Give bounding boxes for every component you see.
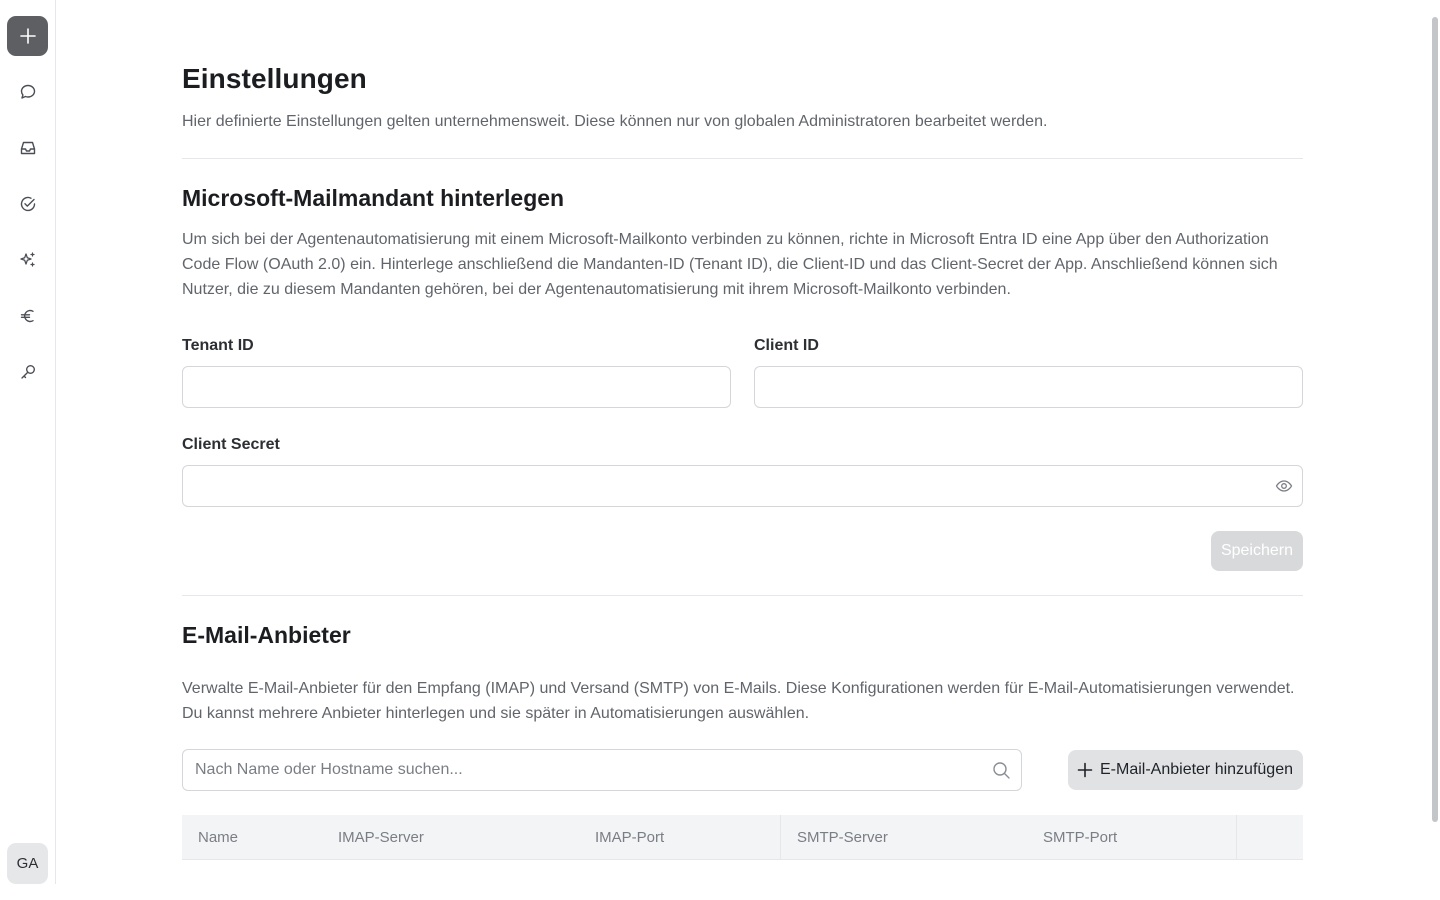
search-icon [993,762,1010,779]
eye-icon[interactable] [1275,477,1293,495]
microsoft-section-description: Um sich bei der Agentenautomatisierung m… [182,231,1278,298]
inbox-nav[interactable] [16,136,40,160]
chat-nav[interactable] [16,80,40,104]
client-id-label: Client ID [754,337,819,354]
column-header-smtp-port[interactable]: SMTP-Port [1027,815,1237,859]
euro-icon [20,309,34,323]
providers-section-description: Verwalte E-Mail-Anbieter für den Empfang… [182,680,1295,722]
keys-nav[interactable] [16,360,40,384]
column-header-name[interactable]: Name [182,815,322,859]
finance-nav[interactable] [16,304,40,328]
column-header-imap-port[interactable]: IMAP-Port [579,815,781,859]
new-button[interactable] [7,16,48,56]
inbox-icon [20,141,36,155]
key-icon [21,365,35,379]
add-provider-button[interactable]: E-Mail-Anbieter hinzufügen [1068,750,1303,790]
microsoft-section-title: Microsoft-Mailmandant hinterlegen [182,185,565,211]
plus-icon [1077,762,1093,778]
providers-section-title: E-Mail-Anbieter [182,622,351,648]
divider [182,595,1303,596]
provider-search-input[interactable] [183,750,1021,790]
providers-table: Name IMAP-Server IMAP-Port SMTP-Server S… [182,815,1303,860]
save-button[interactable]: Speichern [1210,531,1303,571]
page-scrollbar[interactable] [1432,17,1438,822]
plus-icon [19,28,36,44]
chat-bubble-icon [20,84,36,99]
tenant-id-input[interactable] [182,366,731,408]
provider-search [182,749,1022,791]
divider [182,158,1303,159]
tasks-nav[interactable] [16,192,40,216]
column-header-smtp-server[interactable]: SMTP-Server [781,815,1027,859]
user-avatar[interactable]: GA [7,843,48,884]
add-provider-label: E-Mail-Anbieter hinzufügen [1100,761,1293,778]
check-circle-icon [20,196,36,212]
tenant-id-label: Tenant ID [182,337,254,354]
client-secret-field [182,465,1303,507]
column-header-imap-server[interactable]: IMAP-Server [322,815,579,859]
column-header-actions [1237,815,1303,859]
page-description: Hier definierte Einstellungen gelten unt… [182,113,1048,130]
client-secret-input[interactable] [182,465,1303,507]
sidebar: GA [0,0,56,884]
sparkles-icon [20,252,35,267]
page-title: Einstellungen [182,63,367,94]
table-header: Name IMAP-Server IMAP-Port SMTP-Server S… [182,815,1303,860]
client-id-input[interactable] [754,366,1303,408]
client-secret-label: Client Secret [182,436,280,453]
ai-nav[interactable] [16,248,40,272]
